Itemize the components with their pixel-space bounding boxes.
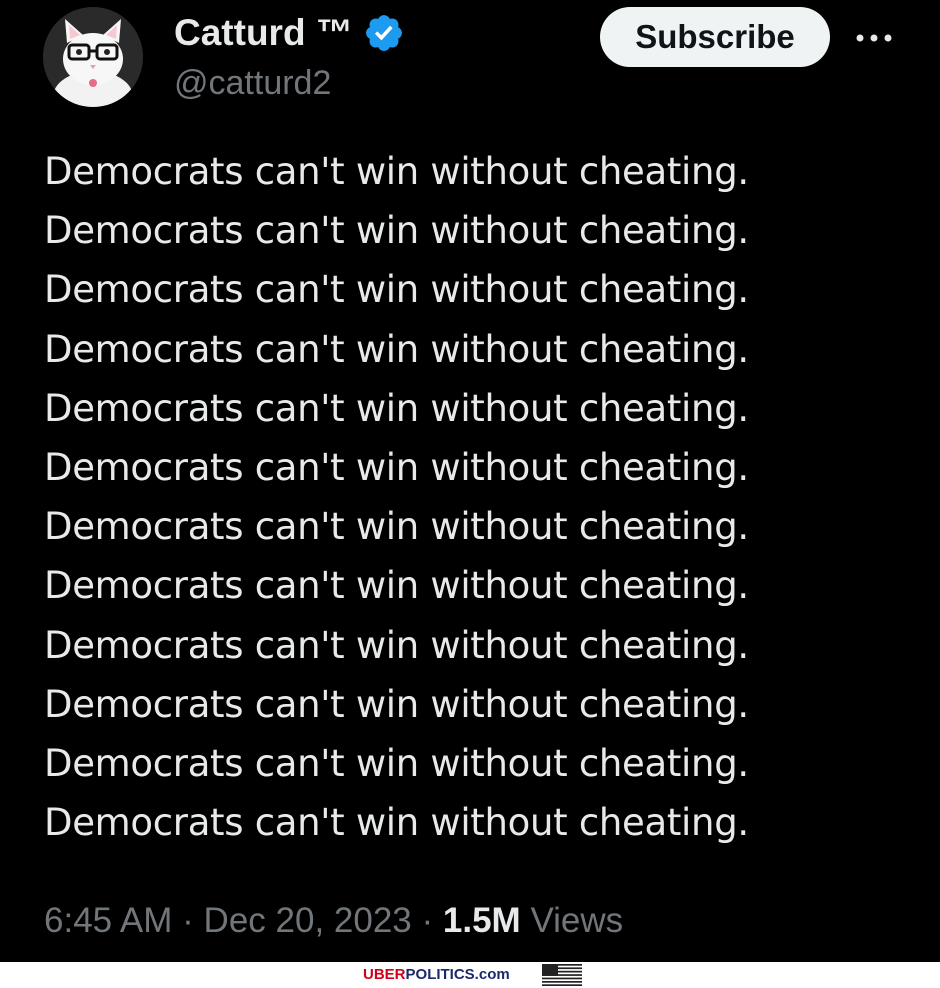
watermark-footer: UBERPOLITICS.com (0, 962, 940, 988)
tweet-line: Democrats can't win without cheating. (44, 801, 749, 845)
tweet-text: Democrats can't win without cheating. De… (44, 142, 924, 852)
subscribe-button[interactable]: Subscribe (600, 7, 830, 67)
cat-with-glasses-avatar-icon (43, 7, 143, 107)
watermark-part-politics: POLITICS.com (405, 966, 510, 983)
verified-badge-icon (365, 15, 402, 51)
tweet-meta: 6:45 AM · Dec 20, 2023 · 1.5M Views (44, 896, 623, 946)
watermark-part-uber: UBER (363, 966, 406, 983)
meta-separator: · (182, 901, 194, 940)
tweet-line: Democrats can't win without cheating. (44, 268, 749, 312)
meta-separator: · (421, 901, 434, 940)
tweet-line: Democrats can't win without cheating. (44, 150, 749, 193)
us-flag-icon (542, 964, 582, 986)
tweet-line: Democrats can't win without cheating. (44, 327, 749, 371)
tweet-line: Democrats can't win without cheating. (44, 209, 749, 253)
tweet-line: Democrats can't win without cheating. (44, 623, 749, 667)
tweet-time[interactable]: 6:45 AM (44, 901, 172, 940)
tweet-container: Catturd ™ @catturd2 Subscribe Democrats … (0, 0, 940, 962)
watermark-logo: UBERPOLITICS.com (363, 962, 510, 988)
more-horizontal-icon (856, 34, 892, 42)
author-handle[interactable]: @catturd2 (174, 60, 331, 106)
author-name-text: Catturd ™ (174, 12, 353, 53)
tweet-line: Democrats can't win without cheating. (44, 564, 749, 608)
more-options-button[interactable] (852, 26, 896, 50)
tweet-line: Democrats can't win without cheating. (44, 445, 749, 489)
tweet-date[interactable]: Dec 20, 2023 (204, 901, 412, 940)
views-count[interactable]: 1.5M (443, 901, 521, 940)
tweet-line: Democrats can't win without cheating. (44, 682, 749, 726)
views-label: Views (530, 901, 624, 940)
tweet-line: Democrats can't win without cheating. (44, 386, 749, 430)
author-avatar[interactable] (43, 7, 143, 107)
tweet-line: Democrats can't win without cheating. (44, 741, 749, 785)
tweet-line: Democrats can't win without cheating. (44, 505, 749, 549)
author-display-name[interactable]: Catturd ™ (174, 10, 405, 56)
